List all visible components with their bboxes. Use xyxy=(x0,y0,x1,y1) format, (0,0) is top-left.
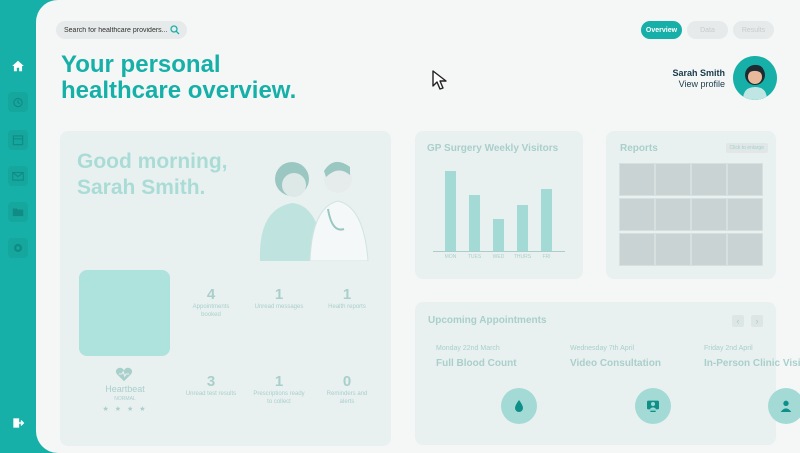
chart-x-tick-label: THURS xyxy=(513,254,532,260)
tab-results[interactable]: Results xyxy=(733,21,774,39)
xray-image[interactable] xyxy=(691,198,727,231)
xray-image[interactable] xyxy=(619,233,655,266)
xray-image[interactable] xyxy=(619,163,655,196)
appointment-name[interactable]: Full Blood Count xyxy=(436,358,517,369)
heart-icon xyxy=(115,367,133,382)
search-bar[interactable] xyxy=(56,21,187,39)
reports-title: Reports xyxy=(620,143,658,154)
chart-x-tick-label: TUES xyxy=(467,254,482,260)
chart-bar xyxy=(469,195,480,251)
calendar-icon[interactable] xyxy=(8,130,28,150)
mouse-cursor-icon xyxy=(432,70,447,90)
chart-x-tick-label: WED xyxy=(492,254,505,260)
stat-messages: 1 Unread messages xyxy=(252,286,306,311)
gear-icon[interactable] xyxy=(8,238,28,258)
stat-reminders-value: 0 xyxy=(342,373,352,390)
mail-icon[interactable] xyxy=(8,166,28,186)
stat-prescriptions-label: Prescriptions ready to collect xyxy=(253,391,305,405)
doctors-illustration xyxy=(259,161,369,261)
stat-appointments: 4 Appointments booked xyxy=(184,286,238,319)
folder-icon[interactable] xyxy=(8,202,28,222)
greeting: Good morning, Sarah Smith. xyxy=(77,149,227,201)
stat-appointments-label: Appointments booked xyxy=(192,304,230,318)
stat-reminders: 0 Reminders and alerts xyxy=(320,373,374,406)
alarm-clock-icon[interactable] xyxy=(8,92,28,112)
avatar[interactable] xyxy=(733,56,777,100)
appointment-date: Wednesday 7th April xyxy=(570,345,635,352)
xray-image[interactable] xyxy=(691,233,727,266)
reports-card: Reports Click to enlarge xyxy=(606,131,776,279)
xray-image[interactable] xyxy=(727,233,763,266)
chart-bar xyxy=(541,189,552,251)
heartbeat-stars: ★ ★ ★ ★ xyxy=(102,406,148,413)
profile-name: Sarah Smith xyxy=(672,68,725,78)
search-input[interactable] xyxy=(64,26,169,34)
stat-test-results: 3 Unread test results xyxy=(184,373,238,398)
xray-image[interactable] xyxy=(727,198,763,231)
stat-reports-value: 1 xyxy=(342,286,352,303)
enlarge-button[interactable]: Click to enlarge xyxy=(725,143,768,153)
person-icon[interactable] xyxy=(768,388,800,424)
stat-test-results-label: Unread test results xyxy=(185,391,237,397)
stat-prescriptions: 1 Prescriptions ready to collect xyxy=(252,373,306,406)
visitors-chart: MON TUES WED THURS FRI xyxy=(415,131,583,279)
summary-card: Good morning, Sarah Smith. 4 Appointment… xyxy=(60,131,391,446)
blood-drop-icon[interactable] xyxy=(501,388,537,424)
video-doctor-icon[interactable] xyxy=(635,388,671,424)
next-arrow-icon[interactable]: › xyxy=(751,315,763,327)
page-title: Your personal healthcare overview. xyxy=(61,52,361,104)
chart-bar xyxy=(445,171,456,251)
search-icon[interactable] xyxy=(169,24,181,36)
tab-data[interactable]: Data xyxy=(687,21,728,39)
greeting-line2: Sarah Smith. xyxy=(77,176,206,199)
stat-reports: 1 Health reports xyxy=(320,286,374,311)
appointment-date: Friday 2nd April xyxy=(704,345,753,352)
view-profile-link[interactable]: View profile xyxy=(679,79,725,89)
health-tile[interactable] xyxy=(79,270,170,356)
chart-x-tick-label: MON xyxy=(444,254,457,260)
xray-image[interactable] xyxy=(691,163,727,196)
stat-reports-label: Health reports xyxy=(328,304,366,310)
prev-arrow-icon[interactable]: ‹ xyxy=(732,315,744,327)
page-title-line2: healthcare overview. xyxy=(61,77,297,104)
xray-image[interactable] xyxy=(655,198,691,231)
xray-image[interactable] xyxy=(655,233,691,266)
heartbeat-status: NORMAL xyxy=(114,396,136,402)
stat-messages-label: Unread messages xyxy=(254,304,304,310)
chart-x-tick-label: FRI xyxy=(542,254,551,260)
chart-bar xyxy=(493,219,504,251)
heartbeat-label: Heartbeat xyxy=(105,384,145,394)
greeting-line1: Good morning, xyxy=(77,150,228,173)
logout-icon[interactable] xyxy=(8,413,28,433)
stat-messages-value: 1 xyxy=(274,286,284,303)
stat-appointments-value: 4 xyxy=(206,286,216,303)
sidebar xyxy=(0,0,36,453)
home-icon[interactable] xyxy=(8,56,28,76)
xray-gallery[interactable] xyxy=(619,163,763,267)
visitors-card: GP Surgery Weekly Visitors MON TUES WED THU… xyxy=(415,131,583,279)
chart-baseline xyxy=(433,251,565,252)
stat-reminders-label: Reminders and alerts xyxy=(326,391,368,405)
stat-prescriptions-value: 1 xyxy=(274,373,284,390)
stat-test-results-value: 3 xyxy=(206,373,216,390)
appointment-date: Monday 22nd March xyxy=(436,345,500,352)
page-title-line1: Your personal xyxy=(61,51,221,78)
xray-image[interactable] xyxy=(655,163,691,196)
appointments-title: Upcoming Appointments xyxy=(428,315,547,326)
appointment-name[interactable]: In-Person Clinic Visit xyxy=(704,358,800,369)
xray-image[interactable] xyxy=(619,198,655,231)
main-panel: Overview Data Results Your personal heal… xyxy=(36,0,800,453)
appointment-name[interactable]: Video Consultation xyxy=(570,358,661,369)
xray-image[interactable] xyxy=(727,163,763,196)
appointments-card: Upcoming Appointments ‹ › Monday 22nd Ma… xyxy=(415,302,800,445)
tab-overview[interactable]: Overview xyxy=(641,21,682,39)
chart-bar xyxy=(517,205,528,251)
